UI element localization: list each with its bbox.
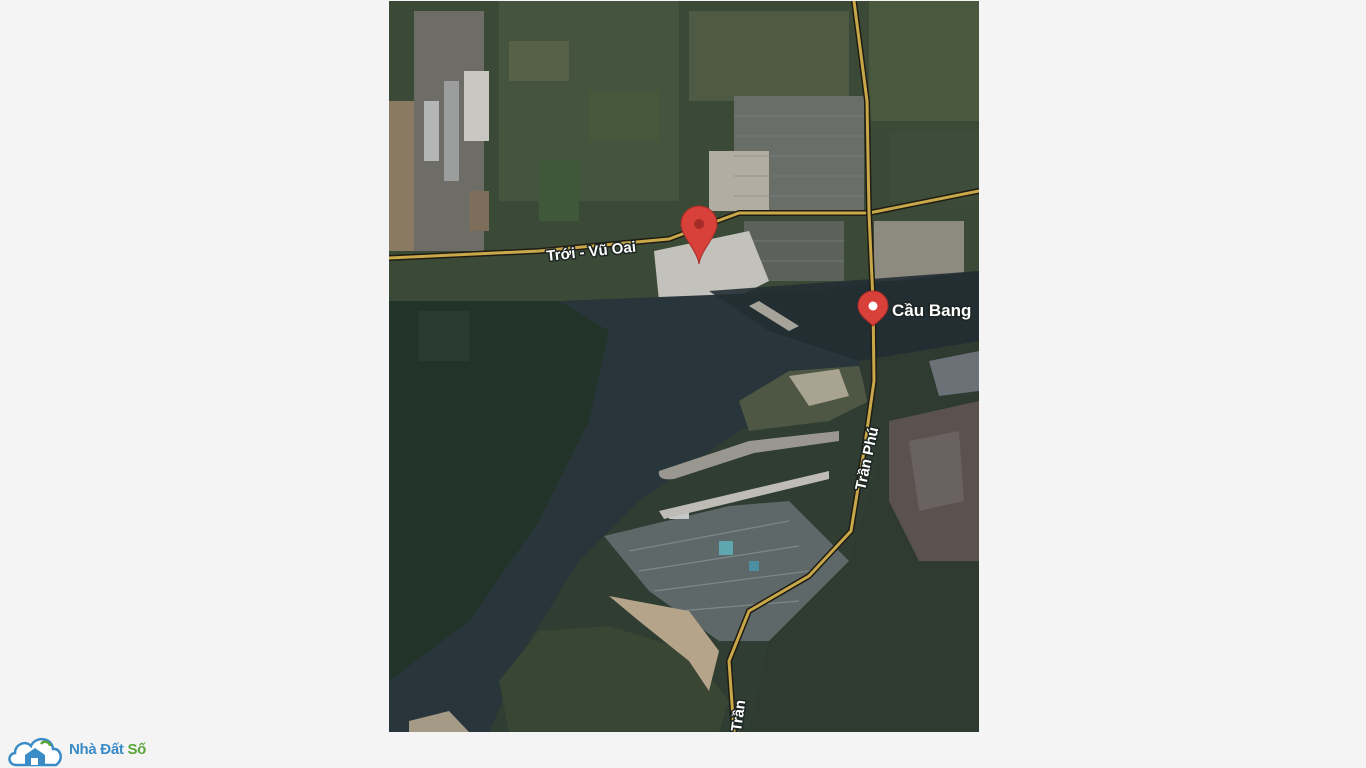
cloud-house-icon (8, 737, 62, 766)
satellite-map[interactable]: Trới - Vũ Oai Trần Phú Trần Cầu Bang (389, 1, 979, 732)
marker-dot-icon (694, 219, 704, 229)
poi-label-cau-bang: Cầu Bang (892, 301, 971, 320)
page: Trới - Vũ Oai Trần Phú Trần Cầu Bang Nhà… (0, 0, 1366, 768)
brand-name: Nhà Đất Số (69, 741, 146, 758)
marker-dot-icon (868, 301, 878, 311)
map-canvas: Trới - Vũ Oai Trần Phú Trần Cầu Bang (389, 1, 979, 732)
brand-name-part2: Số (127, 741, 147, 758)
brand-logo[interactable]: Nhà Đất Số (6, 731, 146, 768)
brand-name-part1: Nhà Đất (69, 741, 128, 758)
